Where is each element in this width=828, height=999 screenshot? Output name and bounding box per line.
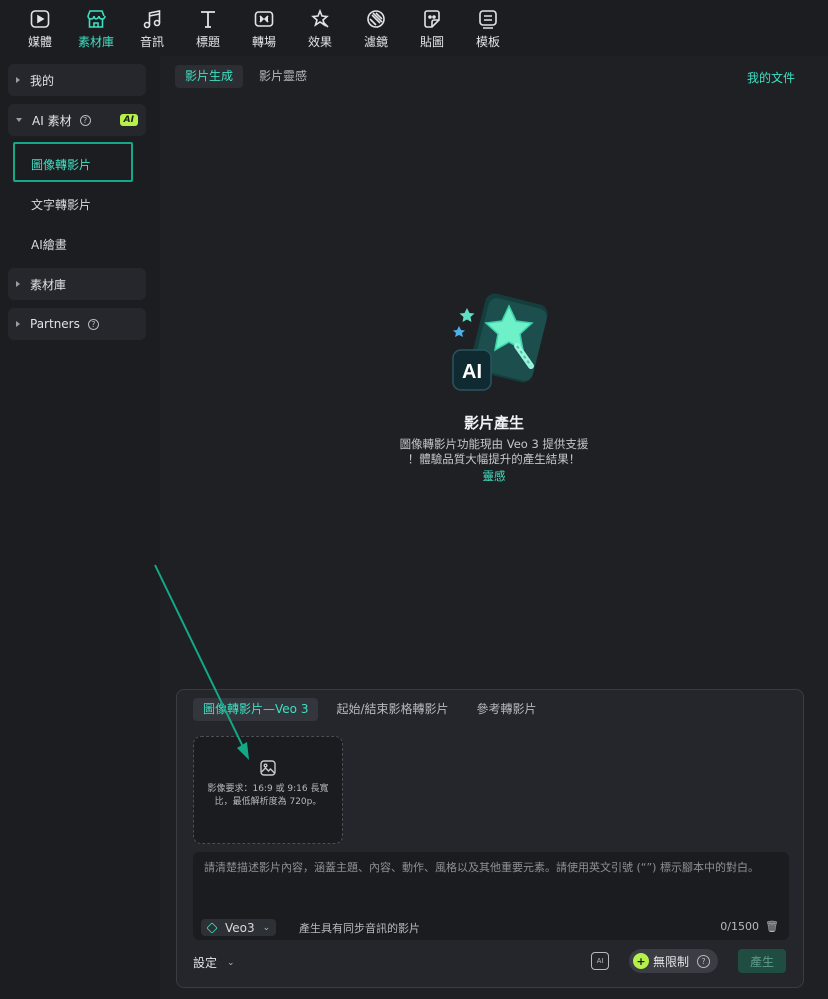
model-label: Veo3 xyxy=(225,920,255,935)
sidebar-item-text-to-video[interactable]: 文字轉影片 xyxy=(8,184,146,224)
unlimited-credits-pill[interactable]: + 無限制 ? xyxy=(629,949,719,973)
model-selector[interactable]: Veo3 ⌄ xyxy=(201,919,277,936)
chevron-down-icon: ⌄ xyxy=(262,922,271,933)
help-icon[interactable]: ? xyxy=(697,954,711,968)
caret-right-icon xyxy=(16,321,20,327)
tab-start-end-frame[interactable]: 起始/結束影格轉影片 xyxy=(326,698,458,721)
title-icon xyxy=(201,11,215,28)
toolbar-audio[interactable]: 音訊 xyxy=(124,0,180,56)
sidebar-group-mine-label: 我的 xyxy=(30,73,55,88)
sidebar-group-partners-label: Partners xyxy=(30,317,80,331)
sidebar-group-ai-label: AI 素材 xyxy=(32,113,72,128)
trash-icon[interactable]: 🗑 xyxy=(765,920,779,933)
toolbar-effects[interactable]: 效果 xyxy=(292,0,348,56)
toolbar-store[interactable]: 素材庫 xyxy=(68,0,124,56)
credit-icon: + xyxy=(633,953,649,969)
ai-prompt-icon[interactable]: AI xyxy=(591,952,609,970)
sidebar: 我的 AI 素材 ? AI 圖像轉影片 文字轉影片 AI繪畫 素材庫 Partn… xyxy=(0,56,160,999)
transition-icon xyxy=(254,11,274,27)
media-icon xyxy=(30,10,50,28)
hero-description-line-1: 圖像轉影片功能現由 Veo 3 提供支援 xyxy=(399,437,589,451)
char-counter: 0/1500 xyxy=(720,920,759,933)
ai-badge: AI xyxy=(119,114,138,126)
image-icon xyxy=(260,760,276,776)
help-icon[interactable]: ? xyxy=(79,114,91,126)
sidebar-group-mine[interactable]: 我的 xyxy=(8,64,146,96)
tab-video-inspiration[interactable]: 影片靈感 xyxy=(249,65,317,88)
prompt-placeholder: 請清楚描述影片內容，涵蓋主題、內容、動作、風格以及其他重要元素。請使用英文引號 … xyxy=(204,861,759,874)
svg-text:AI: AI xyxy=(462,361,482,383)
hero-illustration: AI xyxy=(160,292,828,405)
toolbar-audio-label: 音訊 xyxy=(139,35,164,49)
sidebar-group-partners[interactable]: Partners ? xyxy=(8,308,146,340)
card-tabs: 圖像轉影片—Veo 3 起始/結束影格轉影片 參考轉影片 xyxy=(193,698,555,721)
toolbar-store-label: 素材庫 xyxy=(77,35,114,49)
hero-description: 圖像轉影片功能現由 Veo 3 提供支援 ！體驗品質大幅提升的產生結果！ xyxy=(160,437,828,467)
my-documents-link[interactable]: 我的文件 xyxy=(747,69,795,86)
generation-card: 圖像轉影片—Veo 3 起始/結束影格轉影片 參考轉影片 影像要求：16:9 或… xyxy=(176,689,804,988)
generate-button[interactable]: 產生 xyxy=(738,949,786,973)
toolbar-filter-label: 濾鏡 xyxy=(363,35,388,49)
toolbar-sticker-label: 貼圖 xyxy=(419,35,444,49)
toolbar-filter[interactable]: 濾鏡 xyxy=(348,0,404,56)
toolbar-effects-label: 效果 xyxy=(307,35,332,49)
help-icon[interactable]: ? xyxy=(87,318,99,330)
caret-right-icon xyxy=(16,77,20,83)
sidebar-group-ai-assets[interactable]: AI 素材 ? AI xyxy=(8,104,146,136)
template-icon xyxy=(479,10,497,29)
sidebar-group-library-label: 素材庫 xyxy=(30,277,67,292)
store-icon xyxy=(87,10,106,28)
hero-description-line-2: ！體驗品質大幅提升的產生結果！ xyxy=(407,452,581,466)
music-icon xyxy=(143,10,161,29)
tab-reference-to-video[interactable]: 參考轉影片 xyxy=(467,698,547,721)
toolbar-transition[interactable]: 轉場 xyxy=(236,0,292,56)
cube-icon xyxy=(206,921,218,934)
settings-dropdown[interactable]: 設定 ⌄ xyxy=(193,954,235,971)
toolbar-transition-label: 轉場 xyxy=(251,35,276,49)
settings-label: 設定 xyxy=(193,956,218,970)
sidebar-group-library[interactable]: 素材庫 xyxy=(8,268,146,300)
hero-title: 影片產生 xyxy=(463,414,524,432)
top-toolbar: 媒體 素材庫 音訊 標題 轉場 效果 濾鏡 貼圖 模板 xyxy=(0,0,828,56)
image-upload-area[interactable]: 影像要求：16:9 或 9:16 長寬比，最低解析度為 720p。 xyxy=(193,736,343,844)
chevron-down-icon: ⌄ xyxy=(227,957,235,968)
filter-icon xyxy=(367,10,385,28)
caret-right-icon xyxy=(16,281,20,287)
tab-video-generation[interactable]: 影片生成 xyxy=(175,65,244,88)
prompt-area[interactable]: 請清楚描述影片內容，涵蓋主題、內容、動作、風格以及其他重要元素。請使用英文引號 … xyxy=(193,852,789,940)
ai-magic-wand-icon: AI xyxy=(452,293,548,391)
main-tabs: 影片生成 影片靈感 xyxy=(175,65,323,88)
upload-requirements: 影像要求：16:9 或 9:16 長寬比，最低解析度為 720p。 xyxy=(207,784,329,807)
toolbar-template-label: 模板 xyxy=(475,35,500,49)
sidebar-item-ai-painting[interactable]: AI繪畫 xyxy=(8,224,146,264)
inspiration-link[interactable]: 靈感 xyxy=(160,468,828,484)
toolbar-media[interactable]: 媒體 xyxy=(12,0,68,56)
sticker-icon xyxy=(424,10,440,28)
sync-audio-note: 產生具有同步音訊的影片 xyxy=(299,922,420,935)
effects-icon xyxy=(311,8,329,28)
toolbar-media-label: 媒體 xyxy=(27,35,52,49)
toolbar-title[interactable]: 標題 xyxy=(180,0,236,56)
toolbar-title-label: 標題 xyxy=(195,35,220,49)
sidebar-item-image-to-video[interactable]: 圖像轉影片 xyxy=(8,144,146,184)
toolbar-sticker[interactable]: 貼圖 xyxy=(404,0,460,56)
toolbar-template[interactable]: 模板 xyxy=(460,0,516,56)
unlimited-label: 無限制 xyxy=(653,954,690,969)
tab-image-to-video-veo3[interactable]: 圖像轉影片—Veo 3 xyxy=(193,698,319,721)
caret-down-icon xyxy=(16,118,22,122)
